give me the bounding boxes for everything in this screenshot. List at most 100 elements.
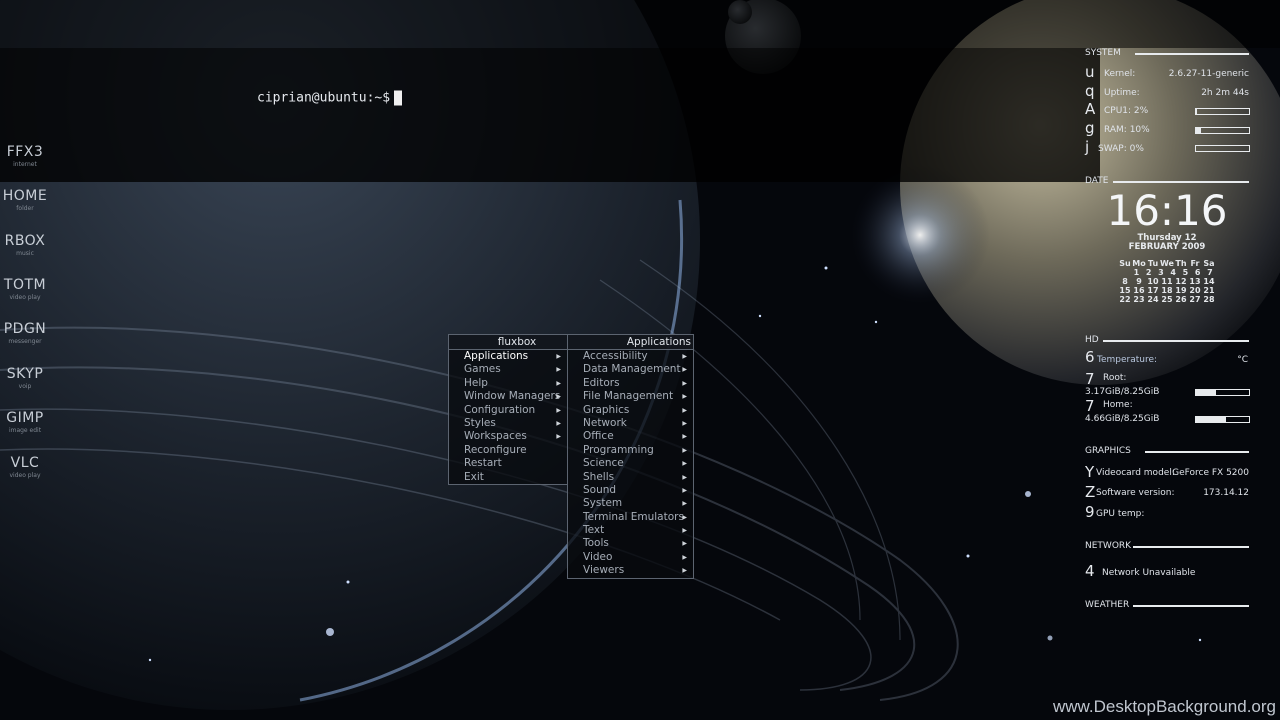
calendar-week-row: 1234567 [1118, 268, 1216, 277]
calendar-day: 23 [1133, 295, 1145, 304]
submenu-arrow-icon: ▶ [682, 473, 687, 481]
launcher-label: TOTM [3, 277, 47, 293]
calendar-weekday: Sa [1203, 259, 1215, 268]
submenu-arrow-icon: ▶ [682, 446, 687, 454]
menu-item-exit[interactable]: Exit [449, 471, 567, 484]
launcher-label: FFX3 [6, 144, 44, 160]
menu-title: Applications [568, 335, 693, 350]
submenu-arrow-icon: ▶ [682, 353, 687, 360]
menu-item-shells[interactable]: Shells ▶ [568, 471, 693, 484]
submenu-arrow-icon: ▶ [556, 406, 561, 414]
calendar-day: 2 [1145, 268, 1152, 277]
menu-item-data-management[interactable]: Data Management ▶ [568, 363, 693, 376]
fluxbox-root-menu[interactable]: fluxbox Applications ▶ Games ▶ Help ▶ Windo… [448, 334, 568, 485]
launcher-home[interactable]: HOME folder [0, 188, 50, 212]
menu-item-viewers[interactable]: Viewers ▶ [568, 564, 693, 577]
calendar-day: 27 [1189, 295, 1201, 304]
cpu-icon: A [1085, 100, 1096, 118]
menu-item-window-managers[interactable]: Window Managers ▶ [449, 390, 567, 403]
menu-item-graphics[interactable]: Graphics ▶ [568, 404, 693, 417]
calendar-weekday: Su [1119, 259, 1131, 268]
terminal-prompt: ciprian@ubuntu:~$ [257, 90, 391, 106]
submenu-arrow-icon: ▶ [682, 567, 687, 575]
menu-item-accessibility[interactable]: Accessibility ▶ [568, 350, 693, 363]
menu-item-styles[interactable]: Styles ▶ [449, 417, 567, 430]
calendar-weekday: Fr [1190, 259, 1200, 268]
root-value: 3.17GiB/8.25GiB [1085, 387, 1160, 397]
menu-item-configuration[interactable]: Configuration ▶ [449, 404, 567, 417]
launcher-gimp[interactable]: GIMP image edit [0, 410, 50, 434]
menu-item-editors[interactable]: Editors ▶ [568, 377, 693, 390]
calendar-day: 26 [1175, 295, 1187, 304]
calendar-week-row: 8 9 10 11 12 13 14 [1118, 277, 1216, 286]
terminal-window[interactable]: ciprian@ubuntu:~$ [0, 48, 1100, 182]
menu-item-help[interactable]: Help ▶ [449, 377, 567, 390]
section-header-date: DATE [1085, 176, 1249, 186]
calendar-day: 19 [1175, 286, 1187, 295]
calendar-week-row: 22 23 24 25 26 27 28 [1118, 295, 1216, 304]
section-title: DATE [1085, 176, 1109, 186]
kernel-label: Kernel: [1104, 69, 1136, 79]
submenu-arrow-icon: ▶ [682, 540, 687, 548]
menu-item-applications[interactable]: Applications ▶ [449, 350, 567, 363]
ram-bar-fill [1196, 128, 1202, 133]
menu-item-sound[interactable]: Sound ▶ [568, 484, 693, 497]
menu-item-reconfigure[interactable]: Reconfigure [449, 444, 567, 457]
section-rule [1145, 451, 1249, 453]
cpu-label: CPU1: 2% [1104, 106, 1149, 116]
menu-item-programming[interactable]: Programming ▶ [568, 444, 693, 457]
submenu-arrow-icon: ▶ [682, 419, 687, 427]
menu-item-network[interactable]: Network ▶ [568, 417, 693, 430]
launcher-rbox[interactable]: RBOX music [0, 233, 50, 257]
gpu-temp-label: GPU temp: [1096, 509, 1145, 519]
submenu-arrow-icon: ▶ [682, 553, 687, 561]
menu-item-games[interactable]: Games ▶ [449, 363, 567, 376]
menu-item-terminal-emulators[interactable]: Terminal Emulators ▶ [568, 511, 693, 524]
section-title: NETWORK [1085, 541, 1132, 551]
calendar-day: 12 [1175, 277, 1187, 286]
submenu-arrow-icon: ▶ [556, 366, 561, 374]
launcher-pdgn[interactable]: PDGN messenger [0, 321, 50, 345]
kernel-value: 2.6.27-11-generic [1168, 69, 1249, 79]
calendar-day: 21 [1203, 286, 1215, 295]
menu-item-video[interactable]: Video ▶ [568, 551, 693, 564]
launcher-label: VLC [10, 455, 40, 471]
menu-item-office[interactable]: Office ▶ [568, 430, 693, 443]
calendar-day: 20 [1189, 286, 1201, 295]
launcher-ffx3[interactable]: FFX3 internet [0, 144, 50, 168]
terminal-top-shade [0, 0, 1280, 48]
swap-icon: j [1085, 138, 1090, 156]
calendar-day: 4 [1170, 268, 1176, 277]
section-header-weather: WEATHER [1085, 600, 1249, 610]
menu-item-tools[interactable]: Tools ▶ [568, 537, 693, 550]
root-label: Root: [1103, 373, 1127, 383]
section-rule [1135, 53, 1249, 55]
cpu-bar [1195, 108, 1250, 115]
calendar-day: 16 [1133, 286, 1145, 295]
uptime-value: 2h 2m 44s [1201, 88, 1249, 98]
ram-icon: g [1085, 119, 1095, 137]
section-rule [1113, 181, 1249, 183]
section-rule [1133, 605, 1249, 607]
menu-item-workspaces[interactable]: Workspaces ▶ [449, 430, 567, 443]
menu-item-science[interactable]: Science ▶ [568, 457, 693, 470]
section-rule [1103, 340, 1249, 342]
calendar-day: 18 [1161, 286, 1173, 295]
menu-item-file-management[interactable]: File Management ▶ [568, 390, 693, 403]
calendar-day: 28 [1203, 295, 1215, 304]
calendar-day: 25 [1161, 295, 1173, 304]
submenu-arrow-icon: ▶ [682, 393, 687, 401]
applications-submenu[interactable]: Applications Accessibility ▶ Data Managem… [567, 334, 694, 579]
menu-item-text[interactable]: Text ▶ [568, 524, 693, 537]
launcher-vlc[interactable]: VLC video play [0, 455, 50, 479]
launcher-totm[interactable]: TOTM video play [0, 277, 50, 301]
launcher-skyp[interactable]: SKYP voip [0, 366, 50, 390]
terminal-prompt-line[interactable]: ciprian@ubuntu:~$ [257, 90, 403, 106]
calendar-day: 3 [1158, 268, 1164, 277]
menu-item-restart[interactable]: Restart [449, 457, 567, 470]
submenu-arrow-icon: ▶ [682, 527, 687, 535]
submenu-arrow-icon: ▶ [682, 486, 687, 494]
section-header-network: NETWORK [1085, 541, 1249, 551]
menu-item-system[interactable]: System ▶ [568, 497, 693, 510]
calendar-weekday-row: Su Mo Tu We Th Fr Sa [1118, 259, 1216, 268]
